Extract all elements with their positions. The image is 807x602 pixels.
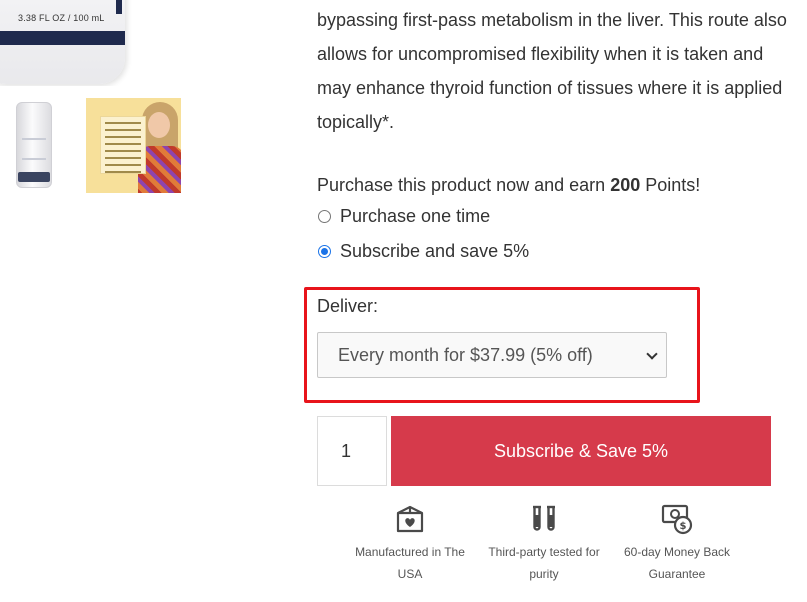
badge-money-back-label: 60-day Money Back Guarantee — [623, 545, 731, 581]
deliver-frequency-select[interactable]: Every month for $37.99 (5% off) — [317, 332, 667, 378]
svg-text:$: $ — [680, 521, 687, 532]
subscribe-save-radio[interactable] — [318, 245, 331, 258]
thumbnail-approved-for[interactable] — [86, 98, 181, 193]
deliver-selected-value: Every month for $37.99 (5% off) — [338, 344, 593, 365]
bottle-volume-label: 3.38 FL OZ / 100 mL — [18, 13, 105, 23]
points-suffix: Points! — [645, 175, 701, 195]
subscribe-save-button[interactable]: Subscribe & Save 5% — [391, 416, 771, 486]
main-product-image[interactable]: 3.38 FL OZ / 100 mL — [0, 0, 180, 86]
purchase-one-time-label: Purchase one time — [340, 206, 491, 226]
badge-made-in-usa-label: Manufactured in The USA — [355, 545, 465, 581]
badge-third-party-tested: Third-party tested for purity — [479, 503, 609, 585]
trust-badges: Manufactured in The USA Third-party test… — [345, 503, 745, 593]
purchase-one-time-option[interactable]: Purchase one time — [317, 206, 490, 227]
purchase-one-time-radio[interactable] — [318, 210, 331, 223]
points-value: 200 — [610, 175, 641, 195]
thumbnail-pump-bottle[interactable] — [0, 98, 70, 193]
points-message: Purchase this product now and earn 200 P… — [317, 171, 700, 199]
money-back-icon: $ — [661, 504, 693, 535]
subscribe-save-option[interactable]: Subscribe and save 5% — [317, 241, 529, 262]
bottle-label-mark — [116, 0, 122, 14]
product-description: bypassing first-pass metabolism in the l… — [317, 10, 787, 132]
badge-made-in-usa: Manufactured in The USA — [345, 503, 475, 585]
chevron-down-icon — [646, 348, 658, 360]
subscribe-save-label: Subscribe and save 5% — [340, 241, 530, 261]
model-face — [148, 112, 170, 138]
deliver-label: Deliver: — [317, 296, 379, 316]
points-prefix: Purchase this product now and earn — [317, 175, 606, 195]
approved-for-card — [100, 116, 146, 174]
pump-bottle-label — [22, 138, 46, 160]
bottle-band — [0, 31, 125, 45]
test-tubes-icon — [533, 505, 555, 531]
quantity-input[interactable]: 1 — [317, 416, 387, 486]
badge-money-back: $ 60-day Money Back Guarantee — [611, 503, 743, 585]
heart-box-icon — [396, 505, 424, 533]
badge-third-party-tested-label: Third-party tested for purity — [488, 545, 600, 581]
pump-bottle-base — [18, 172, 50, 182]
